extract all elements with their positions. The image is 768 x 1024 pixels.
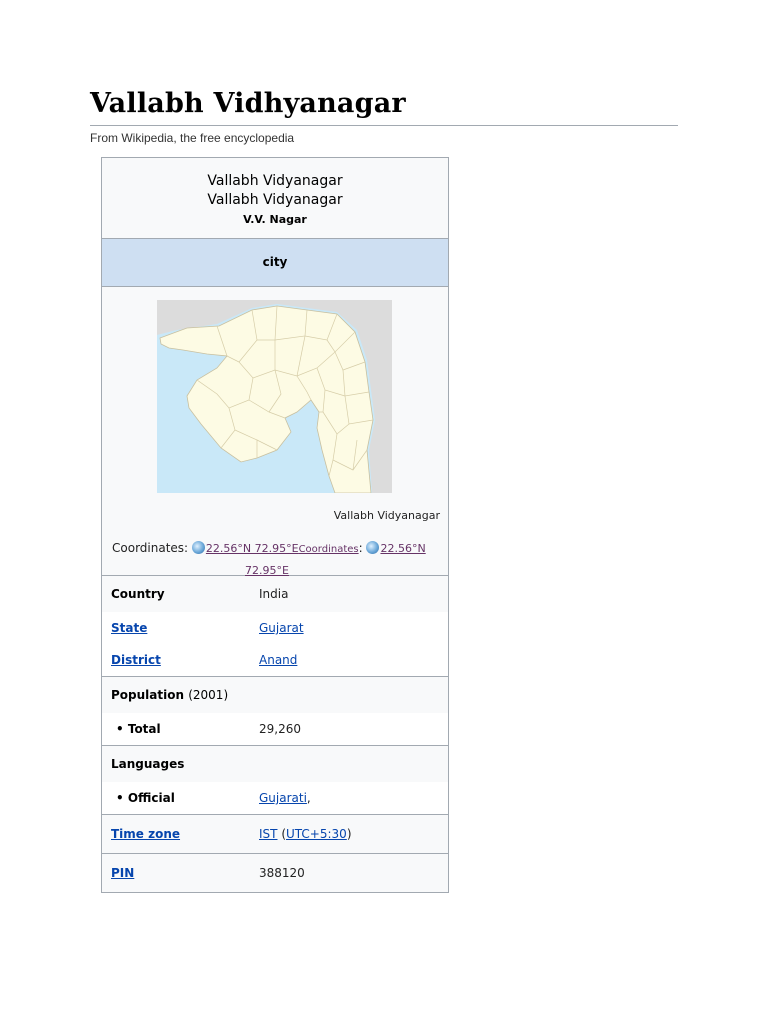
row-country-key: Country	[111, 587, 165, 601]
row-official-key: • Official	[116, 791, 175, 805]
row-country-value: India	[259, 587, 289, 601]
row-country: Country India	[102, 576, 448, 612]
coordinates-link-2a[interactable]: 22.56°N	[380, 542, 425, 555]
row-total-key: • Total	[116, 722, 161, 736]
infobox: Vallabh Vidyanagar Vallabh Vidyanagar V.…	[101, 157, 449, 893]
row-pin-key[interactable]: PIN	[102, 866, 259, 880]
infobox-nickname: V.V. Nagar	[243, 213, 307, 226]
row-languages: Languages	[102, 745, 448, 782]
timezone-utc-link[interactable]: UTC+5:30	[286, 827, 347, 841]
coordinates-link[interactable]: 22.56°N 72.95°E	[206, 542, 299, 555]
globe-icon[interactable]	[191, 541, 205, 554]
row-official: • Official Gujarati,	[102, 782, 448, 814]
locator-map[interactable]	[157, 300, 392, 494]
timezone-ist-link[interactable]: IST	[259, 827, 278, 841]
title-divider	[90, 125, 678, 126]
row-official-trail: ,	[306, 791, 311, 805]
map-section: Vallabh Vidyanagar Coordinates: 22.56°N …	[102, 287, 448, 577]
infobox-name: Vallabh Vidyanagar	[207, 173, 343, 189]
settlement-type: city	[102, 239, 448, 287]
row-population-key: Population (2001)	[102, 688, 228, 702]
row-district: District Anand	[102, 644, 448, 676]
row-languages-key: Languages	[111, 757, 185, 771]
page-subtitle: From Wikipedia, the free encyclopedia	[90, 131, 295, 145]
row-population: Population (2001)	[102, 676, 448, 713]
row-state-key[interactable]: State	[102, 621, 259, 635]
row-pin-value: 388120	[259, 866, 305, 880]
coordinates: Coordinates: 22.56°N 72.95°ECoordinates:…	[112, 541, 426, 577]
row-total-value: 29,260	[259, 722, 301, 736]
row-district-value[interactable]: Anand	[259, 653, 297, 667]
coordinates-title-link[interactable]: Coordinates	[299, 544, 359, 555]
row-state: State Gujarat	[102, 612, 448, 644]
infobox-header: Vallabh Vidyanagar Vallabh Vidyanagar V.…	[102, 158, 448, 239]
row-total: • Total 29,260	[102, 713, 448, 745]
globe-icon[interactable]	[366, 541, 380, 554]
row-timezone-key[interactable]: Time zone	[102, 827, 259, 841]
timezone-close-paren: )	[346, 827, 352, 841]
infobox-native-name: Vallabh Vidyanagar	[207, 192, 343, 208]
coordinates-link-2b[interactable]: 72.95°E	[245, 564, 289, 577]
row-timezone: Time zone IST (UTC+5:30)	[102, 814, 448, 853]
coordinates-label: Coordinates:	[112, 541, 189, 555]
population-year: (2001)	[188, 688, 229, 702]
map-caption: Vallabh Vidyanagar	[333, 509, 440, 522]
row-pin: PIN 388120	[102, 853, 448, 892]
row-district-key[interactable]: District	[102, 653, 259, 667]
page-title: Vallabh Vidhyanagar	[90, 88, 406, 119]
population-label: Population	[111, 688, 185, 702]
row-official-value[interactable]: Gujarati	[259, 791, 307, 805]
row-state-value[interactable]: Gujarat	[259, 621, 304, 635]
